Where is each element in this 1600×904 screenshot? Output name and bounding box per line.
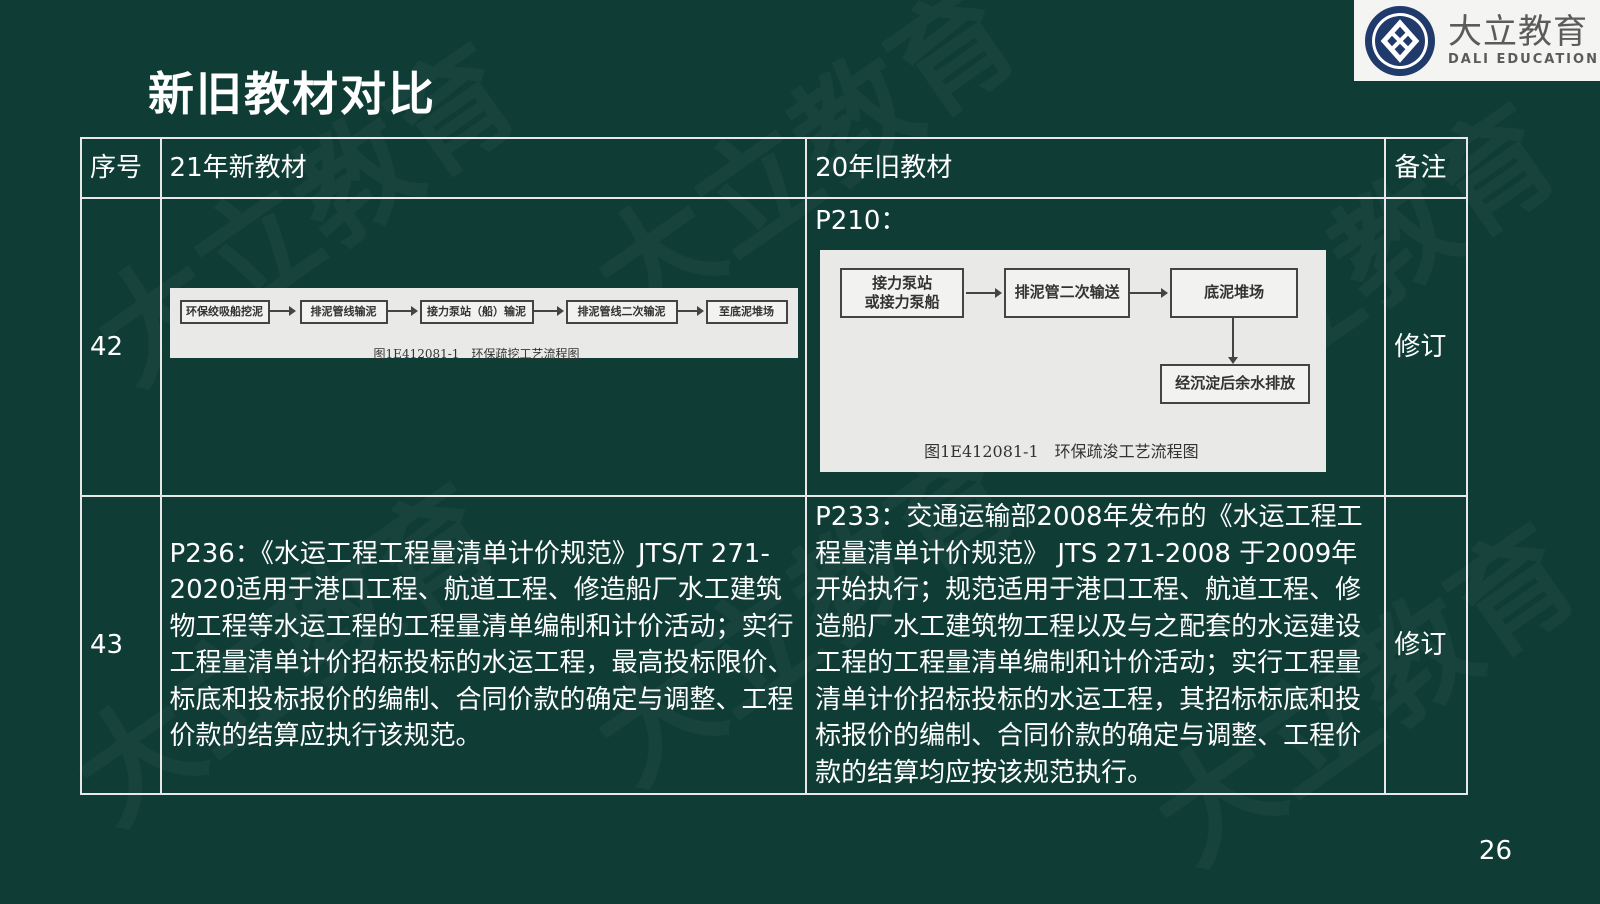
flow-step: 排泥管线输泥 bbox=[299, 300, 388, 324]
flow-arrow bbox=[1228, 317, 1239, 364]
old-flowchart-image: 接力泵站 或接力泵船 排泥管二次输送 底泥堆场 经沉淀后余水排放 图1E4120… bbox=[820, 249, 1327, 472]
new-textbook-cell: 环保绞吸船挖泥 排泥管线输泥 接力泵站（船）输泥 排泥管线二次输泥 至底泥堆场 … bbox=[159, 197, 808, 497]
table-row: 42 环保绞吸船挖泥 排泥管线输泥 接力泵站（船）输泥 排泥管线二次输泥 至底泥… bbox=[80, 197, 1468, 497]
flow-step: 接力泵站（船）输泥 bbox=[419, 300, 534, 324]
old-textbook-cell: P233：交通运输部2008年发布的《水运工程工程量清单计价规范》 JTS 27… bbox=[805, 495, 1387, 795]
flow-arrow bbox=[677, 306, 704, 316]
comparison-table: 序号 21年新教材 20年旧教材 备注 42 环保绞吸船挖泥 排泥管线输泥 接力… bbox=[80, 137, 1468, 795]
logo-english-name: DALI EDUCATION bbox=[1448, 52, 1599, 67]
header-new-textbook: 21年新教材 bbox=[159, 137, 808, 199]
flowchart-caption: 图1E412081-1 环保疏浚工艺流程图 bbox=[924, 441, 1199, 461]
flow-step: 排泥管二次输送 bbox=[1004, 267, 1131, 318]
flow-arrow bbox=[1130, 287, 1169, 298]
flow-arrow bbox=[269, 306, 296, 316]
flow-step: 环保绞吸船挖泥 bbox=[179, 300, 270, 324]
note-cell: 修订 bbox=[1384, 495, 1468, 795]
flow-arrow bbox=[966, 287, 1003, 298]
old-textbook-cell: P210： 接力泵站 或接力泵船 排泥管二次输送 底泥堆场 经沉淀后余水排放 图… bbox=[805, 197, 1387, 497]
page-reference: P210： bbox=[815, 206, 907, 236]
flow-step: 至底泥堆场 bbox=[705, 300, 788, 324]
row-number: 43 bbox=[80, 495, 162, 795]
slide-title: 新旧教材对比 bbox=[148, 67, 436, 121]
flow-step: 排泥管线二次输泥 bbox=[565, 300, 678, 324]
flow-step: 经沉淀后余水排放 bbox=[1160, 363, 1311, 404]
table-row: 43 P236：《水运工程工程量清单计价规范》JTS/T 271-2020适用于… bbox=[80, 495, 1468, 795]
flowchart-caption: 图1E412081-1 环保疏挖工艺流程图 bbox=[373, 347, 580, 361]
dali-logo-icon bbox=[1365, 5, 1435, 76]
flow-step: 接力泵站 或接力泵船 bbox=[840, 267, 965, 318]
header-note: 备注 bbox=[1384, 137, 1468, 199]
new-textbook-cell: P236：《水运工程工程量清单计价规范》JTS/T 271-2020适用于港口工… bbox=[159, 495, 808, 795]
brand-logo: 大立教育 DALI EDUCATION bbox=[1354, 0, 1600, 81]
header-number: 序号 bbox=[80, 137, 162, 199]
header-old-textbook: 20年旧教材 bbox=[805, 137, 1387, 199]
row-number: 42 bbox=[80, 197, 162, 497]
table-header-row: 序号 21年新教材 20年旧教材 备注 bbox=[80, 137, 1468, 199]
page-number: 26 bbox=[1478, 836, 1512, 866]
note-cell: 修订 bbox=[1384, 197, 1468, 497]
new-flowchart-image: 环保绞吸船挖泥 排泥管线输泥 接力泵站（船）输泥 排泥管线二次输泥 至底泥堆场 … bbox=[169, 288, 798, 361]
flow-step: 底泥堆场 bbox=[1170, 267, 1299, 318]
flow-arrow bbox=[533, 306, 564, 316]
logo-chinese-name: 大立教育 bbox=[1448, 12, 1588, 52]
flow-arrow bbox=[387, 306, 418, 316]
